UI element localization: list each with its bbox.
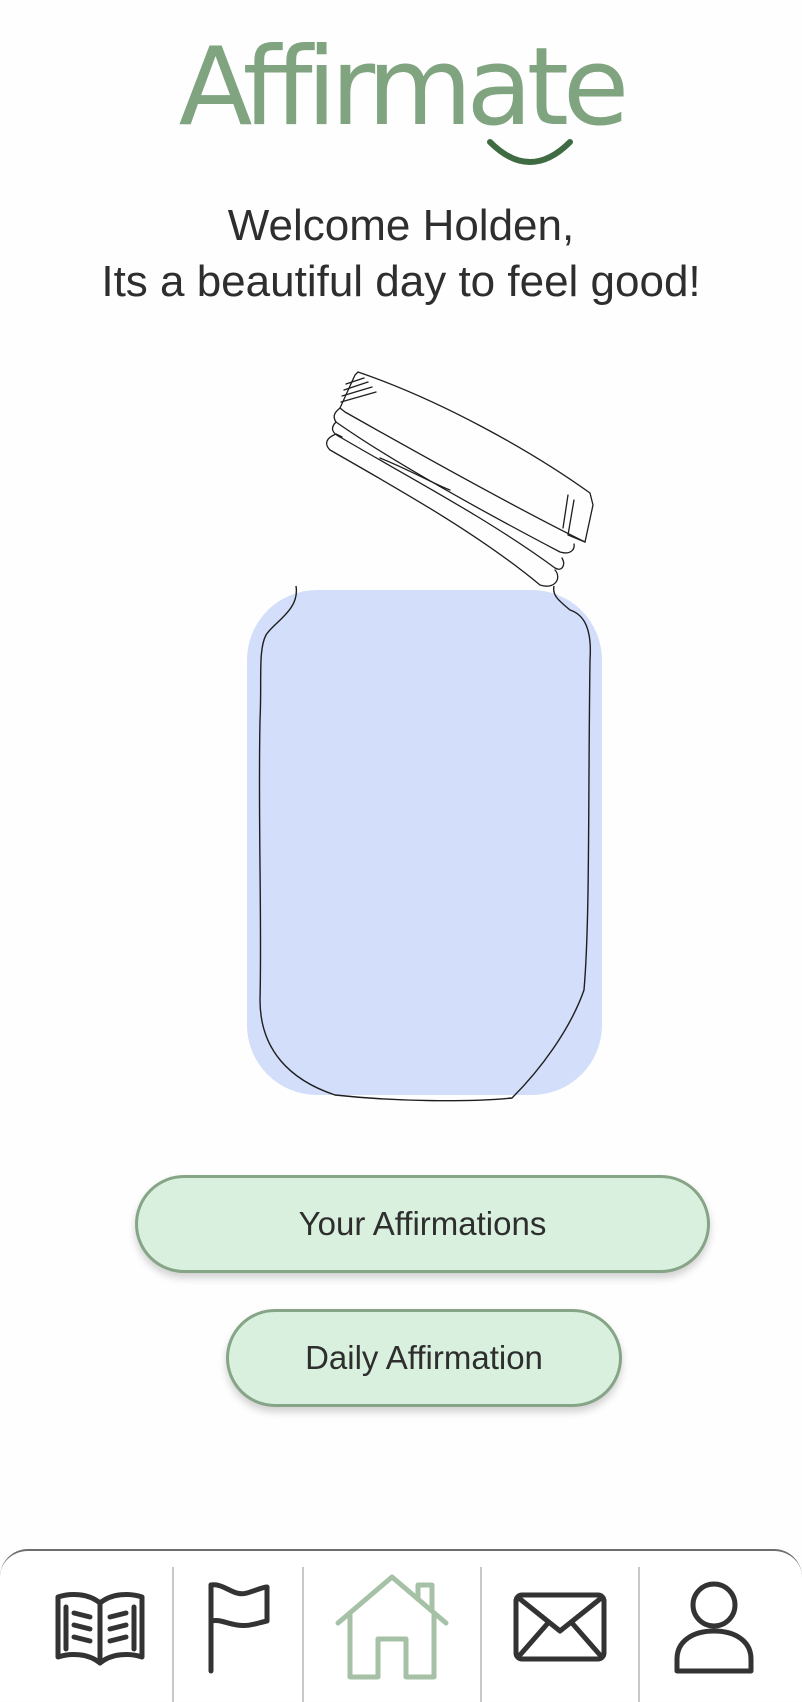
nav-item-goals[interactable] <box>174 1551 302 1702</box>
jar-illustration <box>247 371 602 1102</box>
daily-affirmation-button[interactable]: Daily Affirmation <box>226 1309 622 1407</box>
mail-icon <box>513 1592 607 1661</box>
flag-icon <box>208 1581 270 1673</box>
welcome-subheading: Its a beautiful day to feel good! <box>101 257 701 306</box>
app-logo: Affirmate <box>0 18 802 168</box>
home-icon <box>335 1574 449 1679</box>
bottom-nav <box>0 1549 802 1702</box>
nav-item-profile[interactable] <box>640 1551 788 1702</box>
welcome-heading: Welcome Holden, <box>227 201 575 250</box>
user-icon <box>674 1581 754 1673</box>
your-affirmations-button[interactable]: Your Affirmations <box>135 1175 710 1273</box>
app-logo-text: Affirmate <box>178 25 630 150</box>
nav-item-journal[interactable] <box>30 1551 170 1702</box>
nav-item-messages[interactable] <box>482 1551 638 1702</box>
logo-smile-icon <box>487 139 573 165</box>
nav-item-home[interactable] <box>304 1551 480 1702</box>
book-icon <box>55 1591 145 1665</box>
